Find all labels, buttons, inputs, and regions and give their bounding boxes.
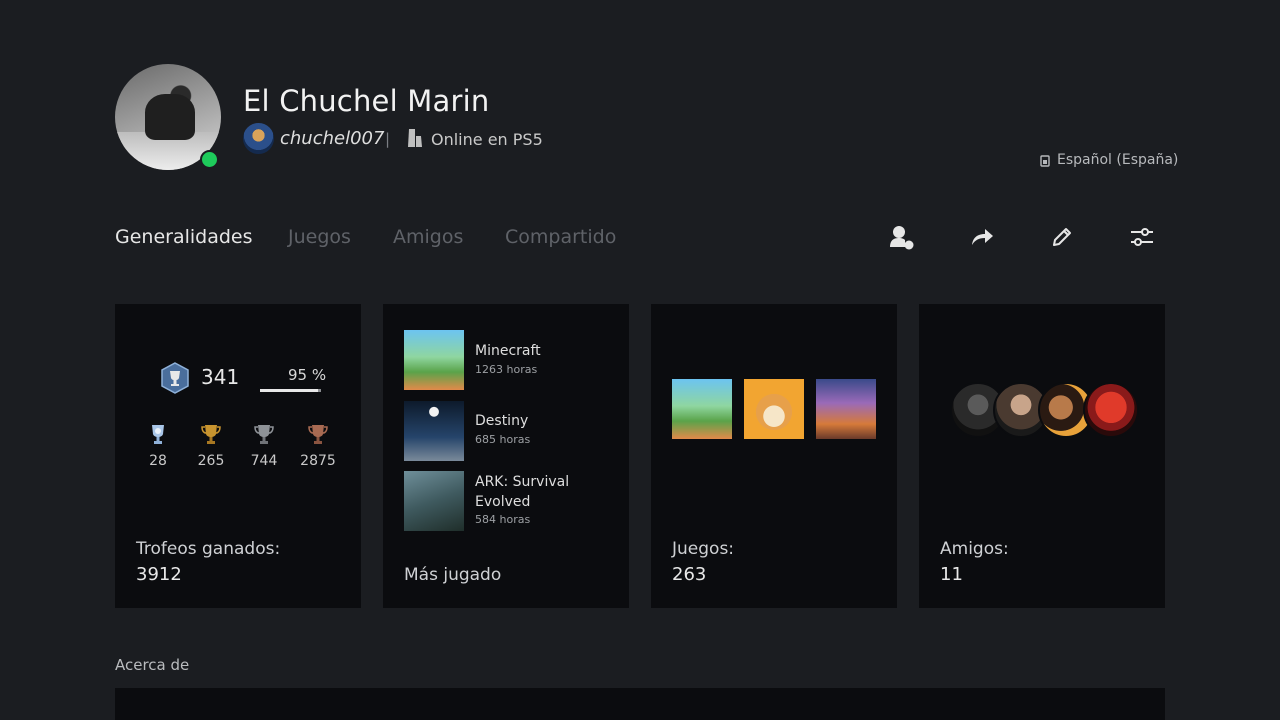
tab-friends[interactable]: Amigos	[393, 226, 463, 248]
age-of-mythology-cover	[816, 379, 876, 439]
silver-trophy-icon	[254, 425, 274, 444]
game-hours: 584 horas	[475, 513, 531, 526]
friends-card[interactable]: Amigos: 11	[919, 304, 1165, 608]
options-button[interactable]	[1127, 222, 1157, 252]
trophies-card[interactable]: 341 95 % 28 265 744 2875 Trofeos ganados…	[115, 304, 361, 608]
silver-count: 744	[250, 453, 278, 469]
bronze-trophy-icon	[308, 425, 328, 444]
friends-label: Amigos:	[940, 539, 1009, 559]
trophies-label: Trofeos ganados:	[136, 539, 281, 559]
about-panel	[115, 688, 1165, 720]
ark-cover	[404, 471, 464, 531]
platinum-count: 28	[149, 453, 167, 469]
games-count: 263	[672, 564, 707, 585]
game-title-line2: Evolved	[475, 494, 531, 510]
game-hours: 685 horas	[475, 433, 531, 446]
psn-avatar-icon	[243, 123, 274, 154]
trophies-total: 3912	[136, 564, 182, 585]
minecraft-cover	[404, 330, 464, 390]
online-id: chuchel007	[280, 128, 385, 149]
online-status-dot	[200, 150, 219, 169]
online-status-text: Online en PS5	[431, 130, 543, 149]
profile-display-name: El Chuchel Marin	[243, 84, 490, 118]
tab-overview[interactable]: Generalidades	[115, 226, 253, 248]
edit-icon	[1053, 228, 1071, 246]
destiny-cover	[404, 401, 464, 461]
add-friend-icon	[890, 226, 914, 250]
friends-count: 11	[940, 564, 963, 585]
minecraft-cover	[672, 379, 732, 439]
corgi-game-cover	[744, 379, 804, 439]
gold-count: 265	[197, 453, 225, 469]
trophy-level: 341	[201, 365, 240, 389]
edit-profile-button[interactable]	[1047, 222, 1077, 252]
games-label: Juegos:	[672, 539, 735, 559]
bronze-count: 2875	[300, 453, 336, 469]
about-label: Acerca de	[115, 656, 190, 674]
add-friend-button[interactable]	[887, 222, 917, 252]
header-separator: |	[385, 130, 391, 148]
trophy-progress-fill	[260, 389, 318, 392]
tab-games[interactable]: Juegos	[288, 226, 351, 248]
gold-trophy-icon	[201, 425, 221, 444]
game-hours: 1263 horas	[475, 363, 538, 376]
most-played-card[interactable]: Minecraft 1263 horas Destiny 685 horas A…	[383, 304, 629, 608]
tab-shared[interactable]: Compartido	[505, 226, 616, 248]
game-title-line1: ARK: Survival	[475, 474, 570, 490]
friend-avatar	[1083, 382, 1139, 438]
settings-sliders-icon	[1131, 228, 1153, 246]
trophy-progress-text: 95 %	[288, 366, 327, 384]
platinum-trophy-icon	[152, 425, 164, 444]
trophy-level-icon	[161, 362, 189, 394]
games-card[interactable]: Juegos: 263	[651, 304, 897, 608]
share-icon	[972, 229, 993, 245]
avatar-photo-figure	[145, 94, 195, 140]
share-button[interactable]	[967, 222, 997, 252]
game-title: Destiny	[475, 413, 529, 429]
language-label: Español (España)	[1057, 152, 1179, 168]
most-played-label: Más jugado	[404, 565, 502, 585]
language-icon	[1040, 155, 1050, 167]
game-title: Minecraft	[475, 343, 541, 359]
ps5-console-icon	[408, 129, 422, 147]
